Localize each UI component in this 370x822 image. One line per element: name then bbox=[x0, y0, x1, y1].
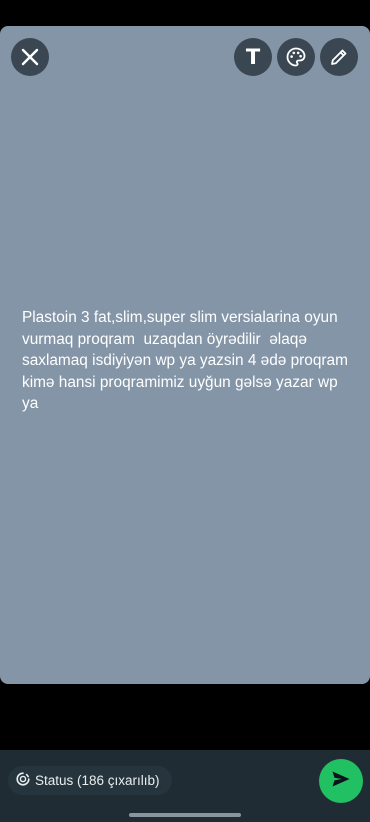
status-editor-screen: T Plastoin 3 fat,slim,super slim versial… bbox=[0, 0, 370, 822]
close-icon bbox=[21, 48, 39, 66]
status-text[interactable]: Plastoin 3 fat,slim,super slim versialar… bbox=[22, 307, 352, 415]
pencil-icon bbox=[329, 47, 349, 67]
palette-icon bbox=[285, 46, 307, 68]
close-button[interactable] bbox=[11, 38, 49, 76]
status-audience-button[interactable]: Status (186 çıxarılıb) bbox=[8, 766, 172, 795]
background-color-button[interactable] bbox=[277, 38, 315, 76]
status-icon bbox=[16, 772, 30, 789]
status-audience-label: Status (186 çıxarılıb) bbox=[35, 773, 160, 788]
draw-button[interactable] bbox=[320, 38, 358, 76]
send-button[interactable] bbox=[319, 759, 363, 803]
send-icon bbox=[331, 770, 351, 793]
home-indicator bbox=[129, 813, 241, 817]
text-tool-button[interactable]: T bbox=[234, 38, 272, 76]
text-icon: T bbox=[245, 44, 261, 69]
